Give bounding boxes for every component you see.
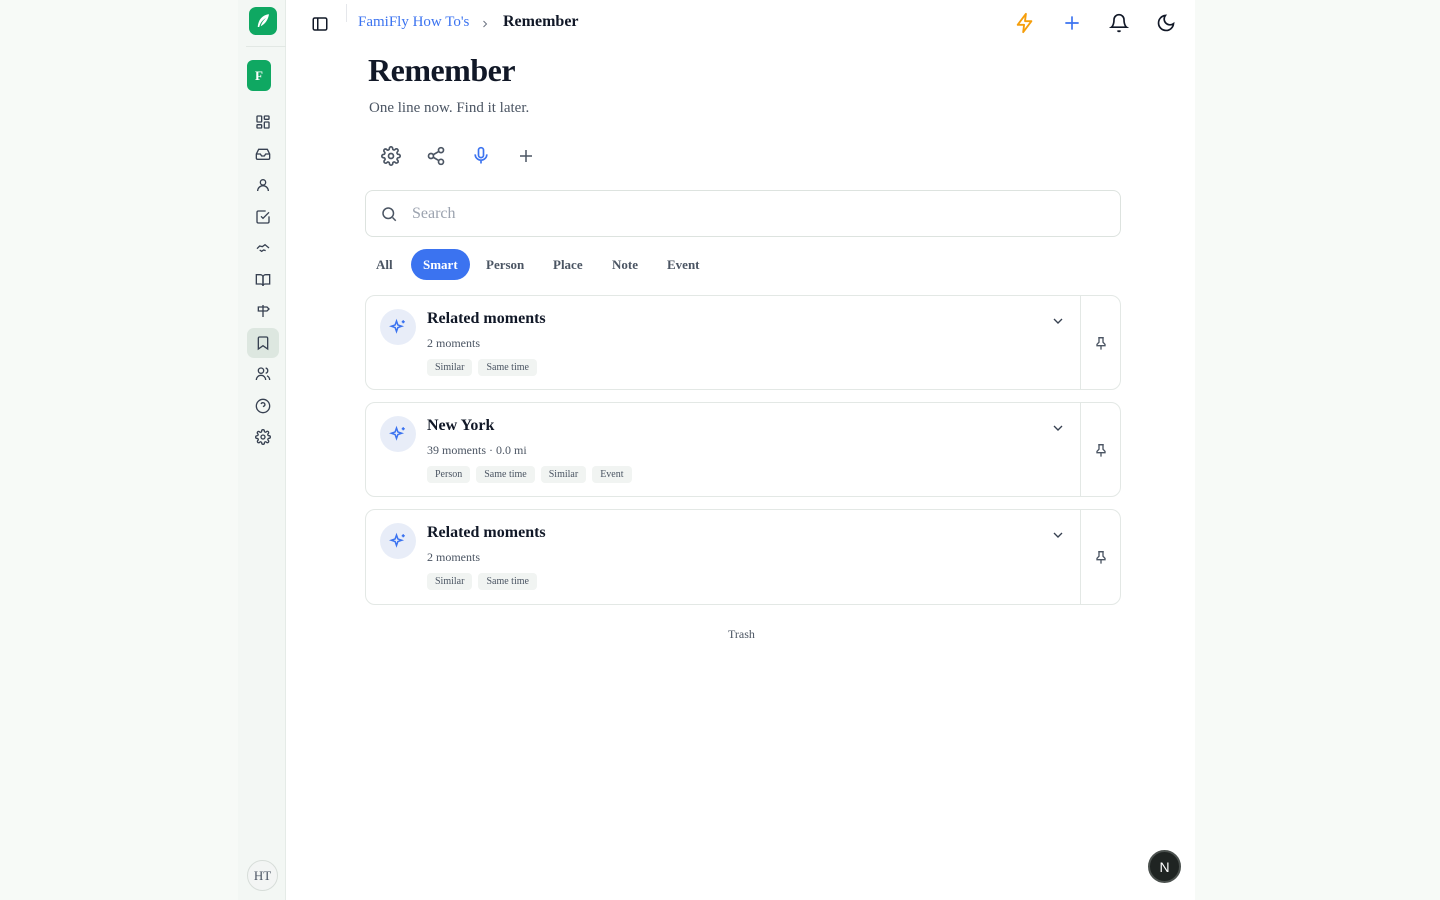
share-button[interactable] [425,145,447,167]
filter-person[interactable]: Person [474,249,536,280]
sidebar-item-settings[interactable] [247,422,279,452]
plus-icon [1065,16,1079,30]
tag: Same time [478,573,537,590]
expand-button[interactable] [1050,420,1066,436]
workspace-avatar[interactable]: F [247,60,271,91]
theme-toggle-button[interactable] [1155,12,1177,34]
user-avatar[interactable]: HT [247,860,278,891]
sparkles-icon [380,416,416,452]
lightning-icon [1016,12,1033,34]
settings-button[interactable] [380,145,402,167]
feather-icon [257,14,269,27]
chevron-down-icon [1053,532,1063,538]
pin-icon [1096,551,1106,564]
card-meta: 39 moments · 0.0 mi [427,443,527,457]
trash-link[interactable]: Trash [728,627,755,642]
page-title: Remember [368,52,516,88]
app-logo[interactable] [249,7,277,35]
card-meta: 2 moments [427,550,480,564]
card-tags: Person Same time Similar Event [427,466,632,483]
grid-icon [256,115,270,129]
page-subtitle: One line now. Find it later. [369,100,530,116]
help-circle-icon [255,398,271,414]
sidebar-item-contacts[interactable] [247,170,279,200]
sidebar-divider [246,46,286,47]
moment-group-card[interactable]: Related moments 2 moments Similar Same t… [365,509,1121,605]
inbox-icon [255,148,271,160]
filter-smart[interactable]: Smart [411,249,470,280]
sparkles-icon [380,309,416,345]
pin-button[interactable] [1080,296,1121,389]
chevron-down-icon [1053,318,1063,324]
tag: Event [592,466,632,483]
sidebar-item-dashboard[interactable] [247,107,279,137]
filter-event[interactable]: Event [655,249,712,280]
add-button[interactable] [1061,12,1083,34]
users-icon [255,367,271,381]
card-title: Related moments [427,524,546,541]
gear-icon [381,146,401,166]
bookmark-icon [257,336,269,351]
panel-left-icon [312,17,328,31]
share-icon [427,146,445,166]
moon-icon [1157,14,1175,32]
sidebar: F HT [238,0,286,900]
sidebar-item-help[interactable] [247,391,279,421]
page-margin [1195,0,1440,900]
sidebar-item-family[interactable] [247,359,279,389]
filter-place[interactable]: Place [541,249,595,280]
plus-icon [520,150,532,162]
moment-group-card[interactable]: Related moments 2 moments Similar Same t… [365,295,1121,390]
sidebar-item-signpost[interactable] [247,296,279,326]
signpost-icon [257,305,270,317]
sidebar-item-remember[interactable] [247,328,279,358]
checkbox-icon [256,210,270,224]
card-title: Related moments [427,310,546,327]
microphone-icon [474,146,488,164]
gear-icon [255,429,271,445]
notifications-button[interactable] [1108,12,1130,34]
chevron-down-icon [1053,425,1063,431]
tag: Similar [540,466,587,483]
sidebar-item-handshake[interactable] [247,233,279,263]
chevron-right-icon [479,16,491,30]
card-tags: Similar Same time [427,573,537,590]
sparkles-icon [380,523,416,559]
user-icon [257,179,269,192]
card-title: New York [427,417,495,434]
search-box [365,190,1121,237]
filter-all[interactable]: All [364,249,405,280]
moment-group-card[interactable]: New York 39 moments · 0.0 mi Person Same… [365,402,1121,497]
quick-action-button[interactable] [1014,12,1036,34]
voice-input-button[interactable] [470,145,492,167]
tag: Person [427,466,471,483]
book-icon [255,274,271,287]
new-moment-button[interactable] [515,145,537,167]
breadcrumb-current: Remember [503,13,579,30]
bell-icon [1109,13,1129,33]
pin-button[interactable] [1080,510,1121,604]
filter-note[interactable]: Note [600,249,650,280]
tag: Same time [476,466,535,483]
card-tags: Similar Same time [427,359,537,376]
breadcrumb-parent-link[interactable]: FamiFly How To's [358,14,469,31]
search-input[interactable] [412,199,1102,229]
pin-button[interactable] [1080,403,1121,496]
tag: Similar [427,359,473,376]
pin-icon [1096,443,1106,457]
sidebar-item-guides[interactable] [247,265,279,295]
card-meta: 2 moments [427,336,480,350]
header-divider [346,4,347,22]
expand-button[interactable] [1050,527,1066,543]
pin-icon [1096,336,1106,350]
floating-action-button[interactable]: N [1148,850,1181,883]
sidebar-toggle-button[interactable] [311,15,329,33]
handshake-icon [256,243,270,253]
tag: Same time [478,359,537,376]
sidebar-item-tasks[interactable] [247,202,279,232]
sidebar-item-inbox[interactable] [247,139,279,169]
search-icon [382,207,397,222]
expand-button[interactable] [1050,313,1066,329]
tag: Similar [427,573,473,590]
